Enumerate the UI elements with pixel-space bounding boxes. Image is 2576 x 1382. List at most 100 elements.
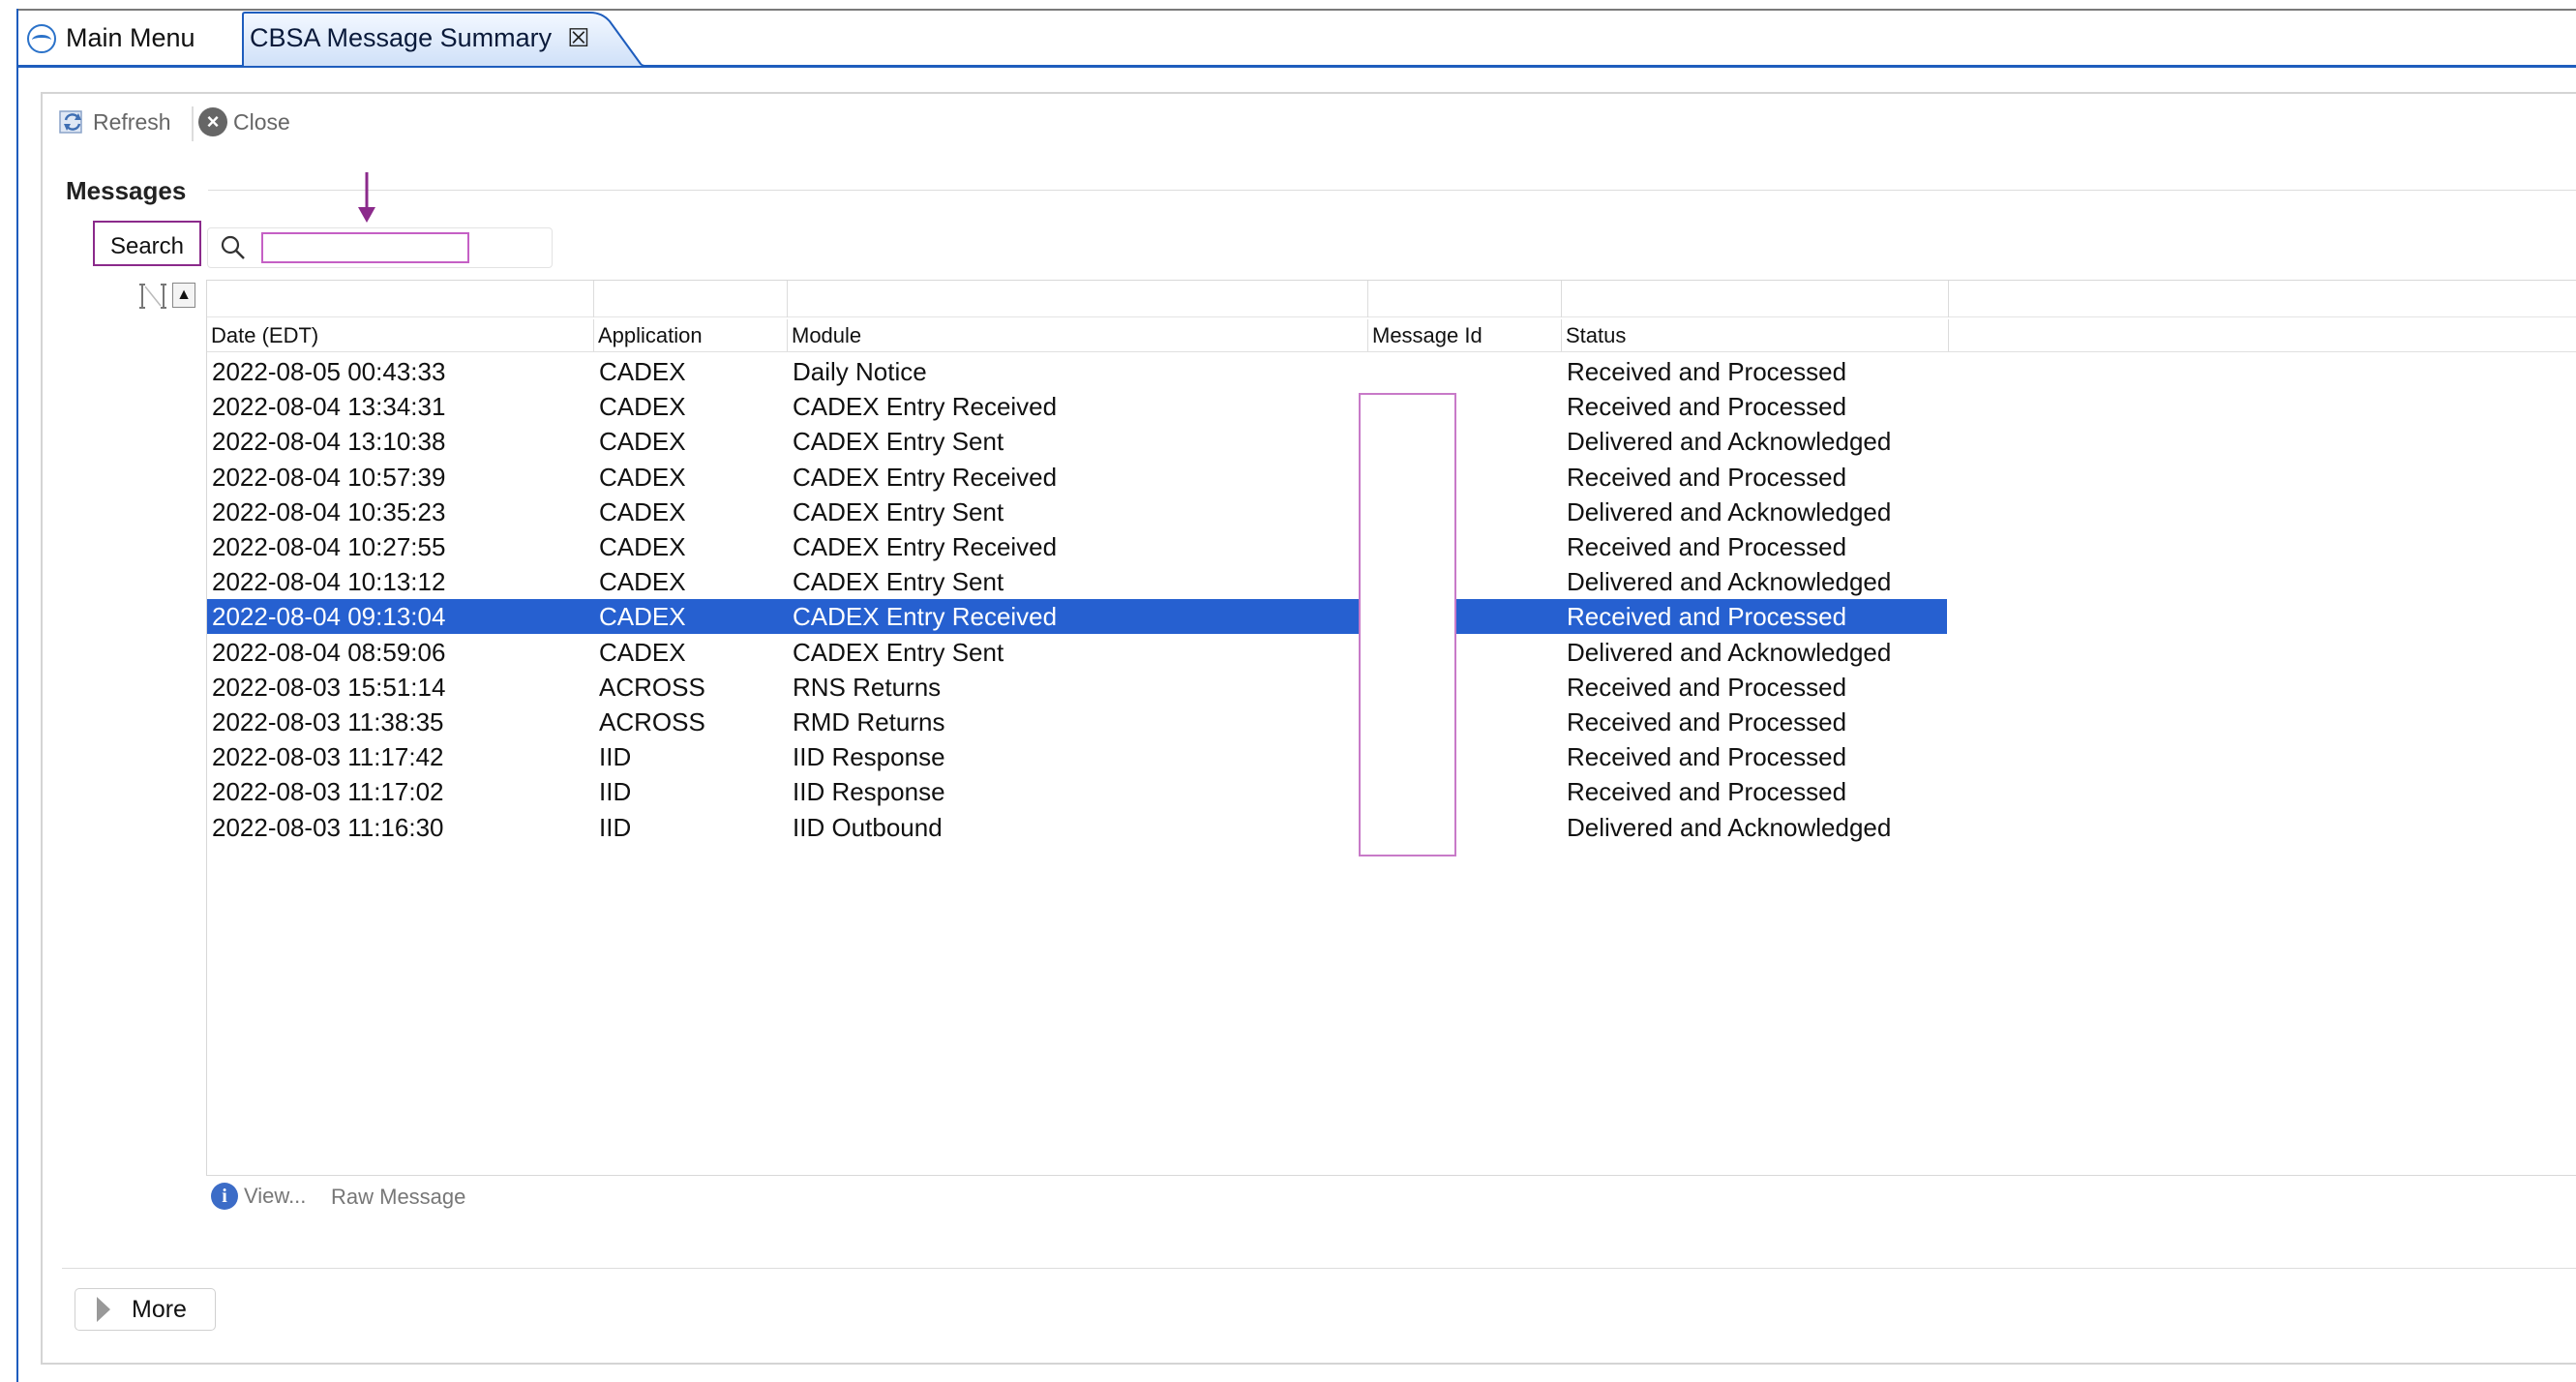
- redaction-box: [1359, 393, 1456, 856]
- table-header: Date (EDT) Application Module Message Id…: [207, 319, 2576, 352]
- close-label: Close: [233, 108, 290, 135]
- cell-date: 2022-08-03 11:16:30: [212, 812, 444, 842]
- frame-top-border: [16, 9, 2576, 11]
- cell-status: Received and Processed: [1567, 602, 1847, 632]
- cell-application: CADEX: [599, 392, 686, 422]
- cell-date: 2022-08-03 11:17:02: [212, 777, 444, 807]
- filter-separator: [787, 281, 788, 317]
- filter-separator: [593, 281, 594, 317]
- annotation-arrow: [358, 172, 375, 223]
- cell-date: 2022-08-04 09:13:04: [212, 602, 446, 632]
- cell-module: CADEX Entry Sent: [793, 567, 1004, 597]
- cell-application: CADEX: [599, 637, 686, 667]
- table-row[interactable]: 2022-08-04 10:35:23 CADEX CADEX Entry Sent…: [207, 495, 1947, 529]
- table-row[interactable]: 2022-08-04 10:27:55 CADEX CADEX Entry Rece…: [207, 529, 1947, 564]
- tab-cbsa-label: CBSA Message Summary: [250, 23, 553, 52]
- filter-separator: [1367, 281, 1368, 317]
- cell-status: Delivered and Acknowledged: [1567, 567, 1892, 597]
- cell-application: ACROSS: [599, 707, 705, 736]
- column-header-module[interactable]: Module: [788, 319, 1368, 351]
- cell-date: 2022-08-04 13:34:31: [212, 392, 446, 422]
- search-input[interactable]: [261, 232, 469, 263]
- table-row[interactable]: 2022-08-04 13:34:31 CADEX CADEX Entry Rece…: [207, 389, 1947, 424]
- more-label: More: [132, 1295, 187, 1323]
- sort-toggle-button[interactable]: ▲: [172, 283, 195, 308]
- cell-status: Received and Processed: [1567, 742, 1847, 772]
- cell-status: Received and Processed: [1567, 462, 1847, 492]
- cell-date: 2022-08-04 13:10:38: [212, 427, 446, 457]
- cell-date: 2022-08-04 10:13:12: [212, 567, 446, 597]
- refresh-label: Refresh: [93, 108, 171, 135]
- search-icon: [221, 235, 245, 259]
- cell-status: Delivered and Acknowledged: [1567, 637, 1892, 667]
- cell-status: Received and Processed: [1567, 392, 1847, 422]
- column-header-message-id[interactable]: Message Id: [1368, 319, 1562, 351]
- more-button[interactable]: More: [75, 1288, 216, 1331]
- info-icon: i: [211, 1183, 238, 1210]
- close-button[interactable]: × Close: [198, 107, 290, 136]
- cell-application: CADEX: [599, 567, 686, 597]
- view-button[interactable]: i View...: [211, 1183, 306, 1210]
- cell-status: Received and Processed: [1567, 672, 1847, 702]
- close-tab-icon[interactable]: ☒: [567, 23, 589, 53]
- close-icon: ×: [198, 107, 227, 136]
- cell-application: IID: [599, 777, 632, 807]
- cell-date: 2022-08-04 08:59:06: [212, 637, 446, 667]
- table-row[interactable]: 2022-08-03 11:16:30 IID IID Outbound Delive…: [207, 810, 1947, 845]
- table-row[interactable]: 2022-08-03 11:17:42 IID IID Response Receiv…: [207, 739, 1947, 774]
- view-label: View...: [244, 1184, 307, 1208]
- expand-triangle-icon: [97, 1297, 110, 1322]
- search-label: Search: [93, 221, 201, 266]
- cell-status: Received and Processed: [1567, 357, 1847, 386]
- cell-application: IID: [599, 742, 632, 772]
- table-row[interactable]: 2022-08-04 09:13:04 CADEX CADEX Entry Rece…: [207, 599, 1947, 635]
- cell-module: RMD Returns: [793, 707, 945, 736]
- table-row[interactable]: 2022-08-03 11:38:35 ACROSS RMD Returns Rece…: [207, 705, 1947, 739]
- tab-cbsa-message-summary[interactable]: CBSA Message Summary ☒: [248, 12, 635, 65]
- cell-date: 2022-08-03 11:38:35: [212, 707, 444, 736]
- cell-module: IID Response: [793, 777, 945, 807]
- cell-module: CADEX Entry Sent: [793, 427, 1004, 457]
- table-row[interactable]: 2022-08-04 08:59:06 CADEX CADEX Entry Sent…: [207, 635, 1947, 670]
- refresh-icon: [59, 110, 82, 134]
- table-row[interactable]: 2022-08-03 15:51:14 ACROSS RNS Returns Rece…: [207, 670, 1947, 705]
- column-header-status[interactable]: Status: [1562, 319, 1949, 351]
- table-row[interactable]: 2022-08-04 13:10:38 CADEX CADEX Entry Sent…: [207, 424, 1947, 459]
- cell-application: CADEX: [599, 357, 686, 386]
- cell-date: 2022-08-03 15:51:14: [212, 672, 446, 702]
- cell-application: ACROSS: [599, 672, 705, 702]
- cell-application: CADEX: [599, 496, 686, 526]
- cell-status: Delivered and Acknowledged: [1567, 812, 1892, 842]
- cell-module: CADEX Entry Received: [793, 532, 1058, 561]
- frame-left-border: [16, 9, 18, 1382]
- table-row[interactable]: 2022-08-04 10:13:12 CADEX CADEX Entry Sent…: [207, 564, 1947, 599]
- cell-application: CADEX: [599, 462, 686, 492]
- table-row[interactable]: 2022-08-04 10:57:39 CADEX CADEX Entry Rece…: [207, 460, 1947, 495]
- cell-date: 2022-08-04 10:35:23: [212, 496, 446, 526]
- table-row[interactable]: 2022-08-03 11:17:02 IID IID Response Receiv…: [207, 774, 1947, 809]
- cell-module: IID Outbound: [793, 812, 943, 842]
- app-logo-icon: [27, 23, 56, 53]
- raw-message-button[interactable]: Raw Message: [331, 1185, 465, 1210]
- cell-application: CADEX: [599, 602, 686, 632]
- cell-module: CADEX Entry Sent: [793, 637, 1004, 667]
- filter-separator: [1948, 281, 1949, 317]
- section-title: Messages: [66, 176, 187, 205]
- cell-status: Delivered and Acknowledged: [1567, 427, 1892, 457]
- column-header-date[interactable]: Date (EDT): [207, 319, 594, 351]
- more-divider: [62, 1268, 2576, 1269]
- tab-main-menu[interactable]: Main Menu: [19, 12, 242, 65]
- refresh-button[interactable]: Refresh: [58, 107, 171, 136]
- table-row[interactable]: 2022-08-05 00:43:33 CADEX Daily Notice Rece…: [207, 354, 1947, 389]
- cell-application: CADEX: [599, 532, 686, 561]
- column-header-application[interactable]: Application: [594, 319, 788, 351]
- cell-date: 2022-08-03 11:17:42: [212, 742, 444, 772]
- section-divider: [208, 190, 2576, 191]
- filter-row: [207, 281, 2576, 317]
- cell-status: Received and Processed: [1567, 532, 1847, 561]
- cell-status: Received and Processed: [1567, 777, 1847, 807]
- cell-module: CADEX Entry Received: [793, 462, 1058, 492]
- cell-date: 2022-08-05 00:43:33: [212, 357, 446, 386]
- cell-application: IID: [599, 812, 632, 842]
- cell-module: RNS Returns: [793, 672, 942, 702]
